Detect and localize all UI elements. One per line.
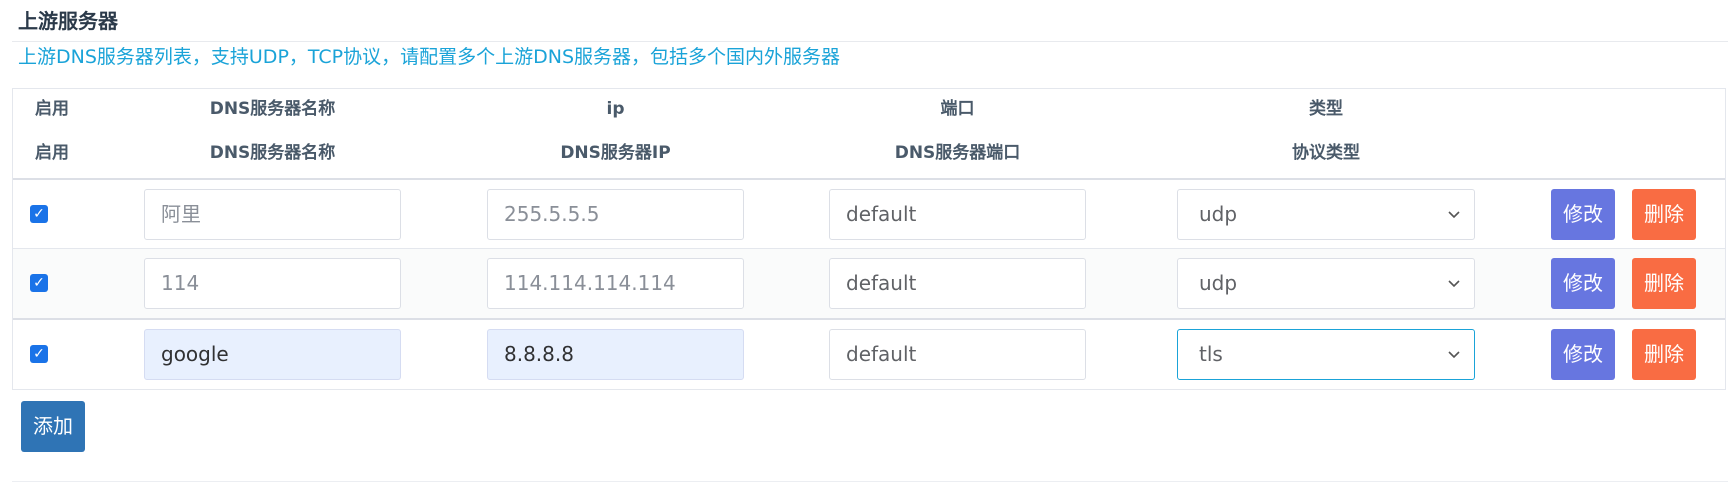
delete-button[interactable]: 删除 (1632, 189, 1696, 240)
header-ip-desc: DNS服务器IP (560, 143, 671, 163)
header-type: 类型 (1309, 99, 1343, 119)
enabled-checkbox[interactable]: ✓ (30, 345, 48, 363)
header-port-desc: DNS服务器端口 (894, 143, 1021, 163)
server-port-input[interactable]: default (829, 189, 1086, 240)
header-enabled: 启用 (35, 99, 69, 119)
server-name-input[interactable]: 114 (144, 258, 401, 309)
enabled-checkbox[interactable]: ✓ (30, 274, 48, 292)
protocol-type-select[interactable]: udp (1177, 258, 1475, 309)
header-port: 端口 (940, 99, 975, 119)
add-server-button[interactable]: 添加 (21, 401, 85, 452)
server-ip-input[interactable]: 8.8.8.8 (487, 329, 744, 380)
delete-button[interactable]: 删除 (1632, 329, 1696, 380)
server-port-input[interactable]: default (829, 258, 1086, 309)
header-type-desc: 协议类型 (1292, 143, 1360, 163)
header-enabled-desc: 启用 (35, 143, 69, 163)
server-name-input[interactable]: google (144, 329, 401, 380)
server-name-input[interactable]: 阿里 (144, 189, 401, 240)
delete-button[interactable]: 删除 (1632, 258, 1696, 309)
title-divider (12, 41, 1728, 42)
section-title: 上游服务器 (18, 9, 118, 33)
server-ip-input[interactable]: 255.5.5.5 (487, 189, 744, 240)
upstream-server-table: 启用 DNS服务器名称 ip 端口 类型 启用 DNS服务器名称 DNS服务器I… (12, 88, 1726, 390)
protocol-type-value: udp (1199, 271, 1238, 295)
chevron-down-icon (1448, 211, 1460, 219)
protocol-type-select[interactable]: udp (1177, 189, 1475, 240)
table-row: ✓ google 8.8.8.8 default tls 修改 删除 (13, 318, 1725, 388)
chevron-down-icon (1448, 351, 1460, 359)
table-row: ✓ 114 114.114.114.114 default udp 修改 删除 (13, 248, 1725, 318)
server-port-input[interactable]: default (829, 329, 1086, 380)
section-description: 上游DNS服务器列表，支持UDP，TCP协议，请配置多个上游DNS服务器，包括多… (18, 46, 841, 68)
header-server-name: DNS服务器名称 (209, 99, 336, 119)
header-ip: ip (606, 99, 625, 119)
enabled-checkbox[interactable]: ✓ (30, 205, 48, 223)
table-row: ✓ 阿里 255.5.5.5 default udp 修改 删除 (13, 178, 1725, 248)
edit-button[interactable]: 修改 (1551, 189, 1615, 240)
edit-button[interactable]: 修改 (1551, 329, 1615, 380)
edit-button[interactable]: 修改 (1551, 258, 1615, 309)
server-ip-input[interactable]: 114.114.114.114 (487, 258, 744, 309)
chevron-down-icon (1448, 280, 1460, 288)
header-server-name-desc: DNS服务器名称 (209, 143, 336, 163)
protocol-type-value: udp (1199, 202, 1238, 226)
protocol-type-select[interactable]: tls (1177, 329, 1475, 380)
bottom-divider (12, 481, 1728, 482)
protocol-type-value: tls (1199, 342, 1223, 366)
